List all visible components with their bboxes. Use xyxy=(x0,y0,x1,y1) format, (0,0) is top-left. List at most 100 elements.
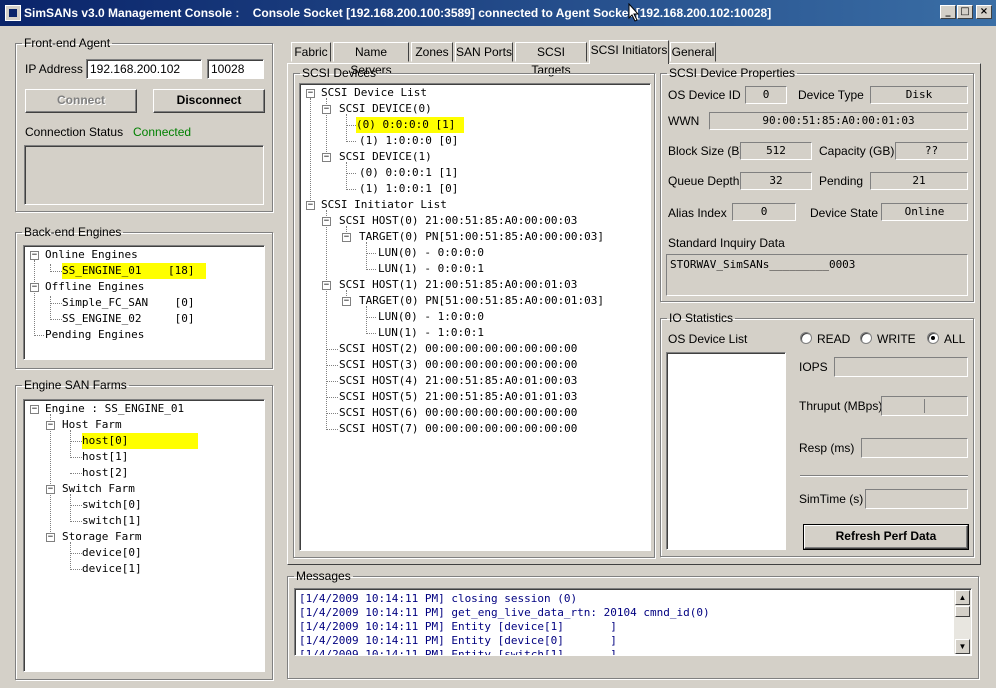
tree-node-ss-engine-02[interactable]: SS_ENGINE_02 [0] xyxy=(62,311,194,327)
iops-value xyxy=(834,357,968,377)
tree-node-scsi-host-0[interactable]: SCSI HOST(0) 21:00:51:85:A0:00:00:03 xyxy=(339,213,577,229)
refresh-perf-data-button[interactable]: Refresh Perf Data xyxy=(803,524,969,550)
tab-scsi-targets[interactable]: SCSI Targets xyxy=(515,42,587,77)
collapse-icon[interactable]: − xyxy=(30,405,39,414)
tree-node-simple-fc-san[interactable]: Simple_FC_SAN [0] xyxy=(62,295,194,311)
collapse-icon[interactable]: − xyxy=(46,533,55,542)
tree-node-host1-target0[interactable]: TARGET(0) PN[51:00:51:85:A0:00:01:03] xyxy=(359,293,604,309)
messages-log[interactable]: [1/4/2009 10:14:11 PM] closing session (… xyxy=(294,588,972,656)
tree-node-scsi-device-0[interactable]: SCSI DEVICE(0) xyxy=(339,101,432,117)
tree-node-host0-lun0[interactable]: LUN(0) - 0:0:0:0 xyxy=(378,245,484,261)
minimize-button[interactable]: _ xyxy=(940,5,956,19)
io-statistics-legend: IO Statistics xyxy=(669,311,734,325)
alias-index-value: 0 xyxy=(732,203,796,221)
tree-node-device0-path0[interactable]: (0) 0:0:0:0 [1] xyxy=(356,117,464,133)
tree-node-offline-engines[interactable]: Offline Engines xyxy=(45,279,144,295)
message-line: [1/4/2009 10:14:11 PM] Entity [switch[1]… xyxy=(299,648,617,656)
tree-node-scsi-host-5[interactable]: SCSI HOST(5) 21:00:51:85:A0:01:01:03 xyxy=(339,389,577,405)
connection-status-value: Connected xyxy=(133,125,192,139)
collapse-icon[interactable]: − xyxy=(30,283,39,292)
tree-node-host1-lun0[interactable]: LUN(0) - 1:0:0:0 xyxy=(378,309,484,325)
inquiry-data-label: Standard Inquiry Data xyxy=(668,236,785,250)
message-line: [1/4/2009 10:14:11 PM] Entity [device[0]… xyxy=(299,634,617,647)
tab-fabric[interactable]: Fabric xyxy=(291,42,331,62)
tree-node-scsi-host-3[interactable]: SCSI HOST(3) 00:00:00:00:00:00:00:00 xyxy=(339,357,577,373)
collapse-icon[interactable]: − xyxy=(322,217,331,226)
tab-name-servers[interactable]: Name Servers xyxy=(333,42,409,77)
os-device-list[interactable] xyxy=(666,352,786,550)
engine-san-farms-tree[interactable]: − − − − Engine : SS_ENGINE_01 Host Farm … xyxy=(23,399,265,672)
capacity-label: Capacity (GB) xyxy=(819,144,895,158)
tree-node-scsi-host-2[interactable]: SCSI HOST(2) 00:00:00:00:00:00:00:00 xyxy=(339,341,577,357)
ip-address-input[interactable]: 192.168.200.102 xyxy=(86,59,202,79)
tree-node-host-2[interactable]: host[2] xyxy=(82,465,128,481)
collapse-icon[interactable]: − xyxy=(342,233,351,242)
tree-node-device-0[interactable]: device[0] xyxy=(82,545,142,561)
tree-node-device1-path0[interactable]: (0) 0:0:0:1 [1] xyxy=(359,165,458,181)
scroll-thumb[interactable] xyxy=(955,606,970,617)
messages-scrollbar[interactable]: ▲ ▼ xyxy=(954,590,971,654)
scroll-down-icon[interactable]: ▼ xyxy=(955,639,970,654)
mouse-cursor-icon xyxy=(628,3,640,22)
read-radio[interactable] xyxy=(800,332,812,344)
device-type-value: Disk xyxy=(870,86,968,104)
tree-node-pending-engines[interactable]: Pending Engines xyxy=(45,327,144,343)
connect-button[interactable]: Connect xyxy=(25,89,137,113)
collapse-icon[interactable]: − xyxy=(46,485,55,494)
tree-node-host0-lun1[interactable]: LUN(1) - 0:0:0:1 xyxy=(378,261,484,277)
thruput-value xyxy=(881,396,968,416)
tree-node-device0-path1[interactable]: (1) 1:0:0:0 [0] xyxy=(359,133,458,149)
disconnect-button[interactable]: Disconnect xyxy=(153,89,265,113)
all-radio[interactable] xyxy=(927,332,939,344)
tree-node-storage-farm[interactable]: Storage Farm xyxy=(62,529,141,545)
tab-zones[interactable]: Zones xyxy=(411,42,453,62)
simtime-value xyxy=(865,489,968,509)
frontend-agent-legend: Front-end Agent xyxy=(24,36,111,50)
collapse-icon[interactable]: − xyxy=(322,281,331,290)
engine-san-farms-legend: Engine SAN Farms xyxy=(24,378,127,392)
collapse-icon[interactable]: − xyxy=(342,297,351,306)
pending-value: 21 xyxy=(870,172,968,190)
tree-node-switch-0[interactable]: switch[0] xyxy=(82,497,142,513)
tree-node-switch-1[interactable]: switch[1] xyxy=(82,513,142,529)
maximize-button[interactable]: □ xyxy=(957,5,973,19)
tab-general[interactable]: General xyxy=(670,42,716,62)
backend-engines-tree[interactable]: − − Online Engines SS_ENGINE_01 [18] Off… xyxy=(23,245,265,360)
collapse-icon[interactable]: − xyxy=(322,153,331,162)
tree-node-scsi-host-7[interactable]: SCSI HOST(7) 00:00:00:00:00:00:00:00 xyxy=(339,421,577,437)
tree-node-host1-lun1[interactable]: LUN(1) - 1:0:0:1 xyxy=(378,325,484,341)
collapse-icon[interactable]: − xyxy=(322,105,331,114)
scroll-up-icon[interactable]: ▲ xyxy=(955,590,970,605)
tree-node-host0-target0[interactable]: TARGET(0) PN[51:00:51:85:A0:00:00:03] xyxy=(359,229,604,245)
tree-node-scsi-host-1[interactable]: SCSI HOST(1) 21:00:51:85:A0:00:01:03 xyxy=(339,277,577,293)
os-device-id-label: OS Device ID xyxy=(668,88,741,102)
wwn-label: WWN xyxy=(668,114,700,128)
collapse-icon[interactable]: − xyxy=(306,89,315,98)
tree-node-scsi-host-4[interactable]: SCSI HOST(4) 21:00:51:85:A0:01:00:03 xyxy=(339,373,577,389)
thruput-label: Thruput (MBps) xyxy=(799,399,883,413)
tab-san-ports[interactable]: SAN Ports xyxy=(455,42,513,62)
tree-node-host-farm[interactable]: Host Farm xyxy=(62,417,122,433)
port-input[interactable]: 10028 xyxy=(207,59,264,79)
tree-node-host-1[interactable]: host[1] xyxy=(82,449,128,465)
tree-node-device1-path1[interactable]: (1) 1:0:0:1 [0] xyxy=(359,181,458,197)
close-button[interactable]: × xyxy=(976,5,992,19)
collapse-icon[interactable]: − xyxy=(30,251,39,260)
resp-value xyxy=(861,438,968,458)
tree-node-scsi-initiator-list[interactable]: SCSI Initiator List xyxy=(321,197,447,213)
tree-node-host-0[interactable]: host[0] xyxy=(82,433,198,449)
write-radio[interactable] xyxy=(860,332,872,344)
tab-scsi-initiators[interactable]: SCSI Initiators xyxy=(589,40,669,64)
tree-node-scsi-device-1[interactable]: SCSI DEVICE(1) xyxy=(339,149,432,165)
tree-node-device-1[interactable]: device[1] xyxy=(82,561,142,577)
tree-node-switch-farm[interactable]: Switch Farm xyxy=(62,481,135,497)
tree-node-scsi-device-list[interactable]: SCSI Device List xyxy=(321,85,427,101)
thruput-divider xyxy=(924,399,925,413)
tree-node-ss-engine-01[interactable]: SS_ENGINE_01 [18] xyxy=(62,263,206,279)
tree-node-engine[interactable]: Engine : SS_ENGINE_01 xyxy=(45,401,184,417)
tree-node-online-engines[interactable]: Online Engines xyxy=(45,247,138,263)
collapse-icon[interactable]: − xyxy=(46,421,55,430)
scsi-devices-tree[interactable]: − − − − − − − − SCSI Device List SCSI DE… xyxy=(299,83,651,551)
collapse-icon[interactable]: − xyxy=(306,201,315,210)
tree-node-scsi-host-6[interactable]: SCSI HOST(6) 00:00:00:00:00:00:00:00 xyxy=(339,405,577,421)
